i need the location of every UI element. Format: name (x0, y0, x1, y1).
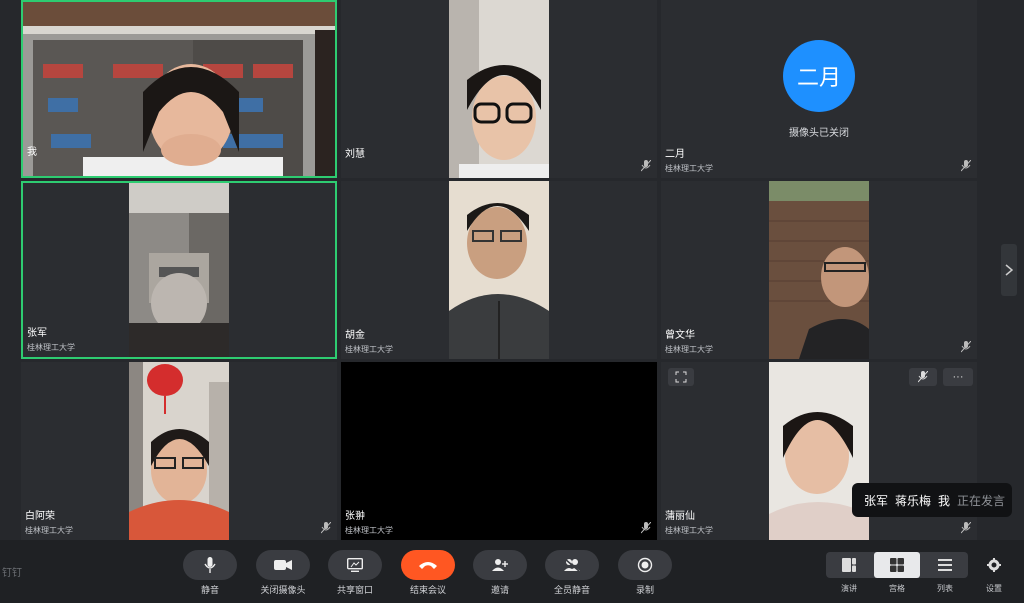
video-feed (23, 2, 335, 176)
speaker-name: 蒋乐梅 (895, 493, 932, 508)
list-layout-icon (938, 559, 952, 571)
video-feed (449, 0, 549, 178)
list-view-label: 列表 (937, 584, 953, 593)
participant-org: 桂林理工大学 (345, 345, 393, 354)
speaker-view-label: 演讲 (841, 584, 857, 593)
mic-muted-icon (321, 522, 331, 534)
video-tile-bairong[interactable]: 白阿荣 桂林理工大学 (21, 362, 337, 540)
participant-org: 桂林理工大学 (665, 164, 713, 173)
video-grid: 我 刘慧 二月 摄像头已关闭 二月 桂林理工大学 张军 桂林理工大学 胡金 桂林… (21, 0, 977, 540)
record-label: 录制 (635, 585, 654, 595)
video-tile-self[interactable]: 我 (21, 0, 337, 178)
microphone-icon (204, 557, 216, 573)
avatar: 二月 (783, 40, 855, 112)
video-tile-zhangjun[interactable]: 张军 桂林理工大学 (21, 181, 337, 359)
app-brand: 钉钉 (2, 568, 22, 579)
layout-switcher (826, 552, 968, 578)
speaker-layout-icon (842, 558, 856, 572)
video-tile-zengwenhua[interactable]: 曾文华 桂林理工大学 (661, 181, 977, 359)
mute-button[interactable] (183, 550, 237, 580)
share-window-label: 共享窗口 (336, 585, 373, 595)
mic-muted-icon (961, 160, 971, 172)
grid-layout-icon (890, 558, 904, 572)
video-tile-eryue[interactable]: 二月 摄像头已关闭 二月 桂林理工大学 (661, 0, 977, 178)
video-feed (129, 183, 229, 357)
mute-label: 静音 (200, 585, 219, 595)
grid-view-button[interactable] (874, 552, 920, 578)
invite-label: 邀请 (490, 585, 509, 595)
mute-all-label: 全员静音 (553, 585, 590, 595)
end-meeting-button[interactable] (401, 550, 455, 580)
settings-label: 设置 (986, 584, 1002, 593)
participant-org: 桂林理工大学 (25, 526, 73, 535)
participant-name: 蒲丽仙 (665, 511, 695, 522)
mic-muted-icon (961, 341, 971, 353)
speaking-indicator: 张军 蒋乐梅 我 正在发言 (852, 483, 1012, 517)
video-feed (129, 362, 229, 540)
participant-org: 桂林理工大学 (345, 526, 393, 535)
video-tile-liuhui[interactable]: 刘慧 (341, 0, 657, 178)
gear-icon (987, 558, 1001, 572)
mic-muted-icon (961, 522, 971, 534)
participant-name: 胡金 (345, 330, 365, 341)
end-meeting-label: 结束会议 (409, 585, 446, 595)
record-button[interactable] (618, 550, 672, 580)
hang-up-icon (419, 562, 437, 569)
participant-name: 我 (27, 147, 37, 158)
chevron-right-icon (1005, 264, 1013, 276)
settings-button[interactable] (982, 552, 1006, 578)
mute-all-button[interactable] (545, 550, 599, 580)
participant-org: 桂林理工大学 (665, 345, 713, 354)
participant-org: 桂林理工大学 (665, 526, 713, 535)
share-window-button[interactable] (328, 550, 382, 580)
grid-view-label: 宫格 (889, 584, 905, 593)
list-view-button[interactable] (922, 552, 968, 578)
camera-off-label: 关闭摄像头 (260, 585, 306, 595)
record-icon (637, 557, 653, 573)
participant-org: 桂林理工大学 (27, 343, 75, 352)
share-screen-icon (347, 558, 363, 572)
camera-off-button[interactable] (256, 550, 310, 580)
mic-muted-icon (641, 522, 651, 534)
speaker-name: 我 (938, 493, 951, 508)
mic-muted-icon (641, 160, 651, 172)
mute-all-icon (564, 558, 580, 572)
participant-name: 白阿荣 (25, 511, 55, 522)
camera-off-label: 摄像头已关闭 (789, 128, 849, 139)
speaking-suffix: 正在发言 (957, 493, 1006, 508)
invite-button[interactable] (473, 550, 527, 580)
add-user-icon (492, 559, 508, 571)
participant-name: 曾文华 (665, 330, 695, 341)
video-feed (769, 181, 869, 359)
participant-name: 张军 (27, 328, 47, 339)
meeting-toolbar: 钉钉 静音 关闭摄像头 共享窗口 结束会议 邀请 全员静音 录制 演讲 宫格 列… (0, 540, 1024, 603)
participant-name: 张翀 (345, 511, 365, 522)
speaker-name: 张军 (864, 493, 889, 508)
video-tile-hujin[interactable]: 胡金 桂林理工大学 (341, 181, 657, 359)
participant-name: 刘慧 (345, 149, 365, 160)
speaker-view-button[interactable] (826, 552, 872, 578)
video-tile-zhangchong[interactable]: 张翀 桂林理工大学 (341, 362, 657, 540)
next-page-button[interactable] (1001, 244, 1017, 296)
mic-muted-icon[interactable] (909, 368, 937, 386)
camera-icon (274, 560, 292, 570)
participant-name: 二月 (665, 149, 685, 160)
video-feed (449, 181, 549, 359)
expand-icon[interactable] (668, 368, 694, 386)
more-options-button[interactable]: ··· (943, 368, 973, 386)
